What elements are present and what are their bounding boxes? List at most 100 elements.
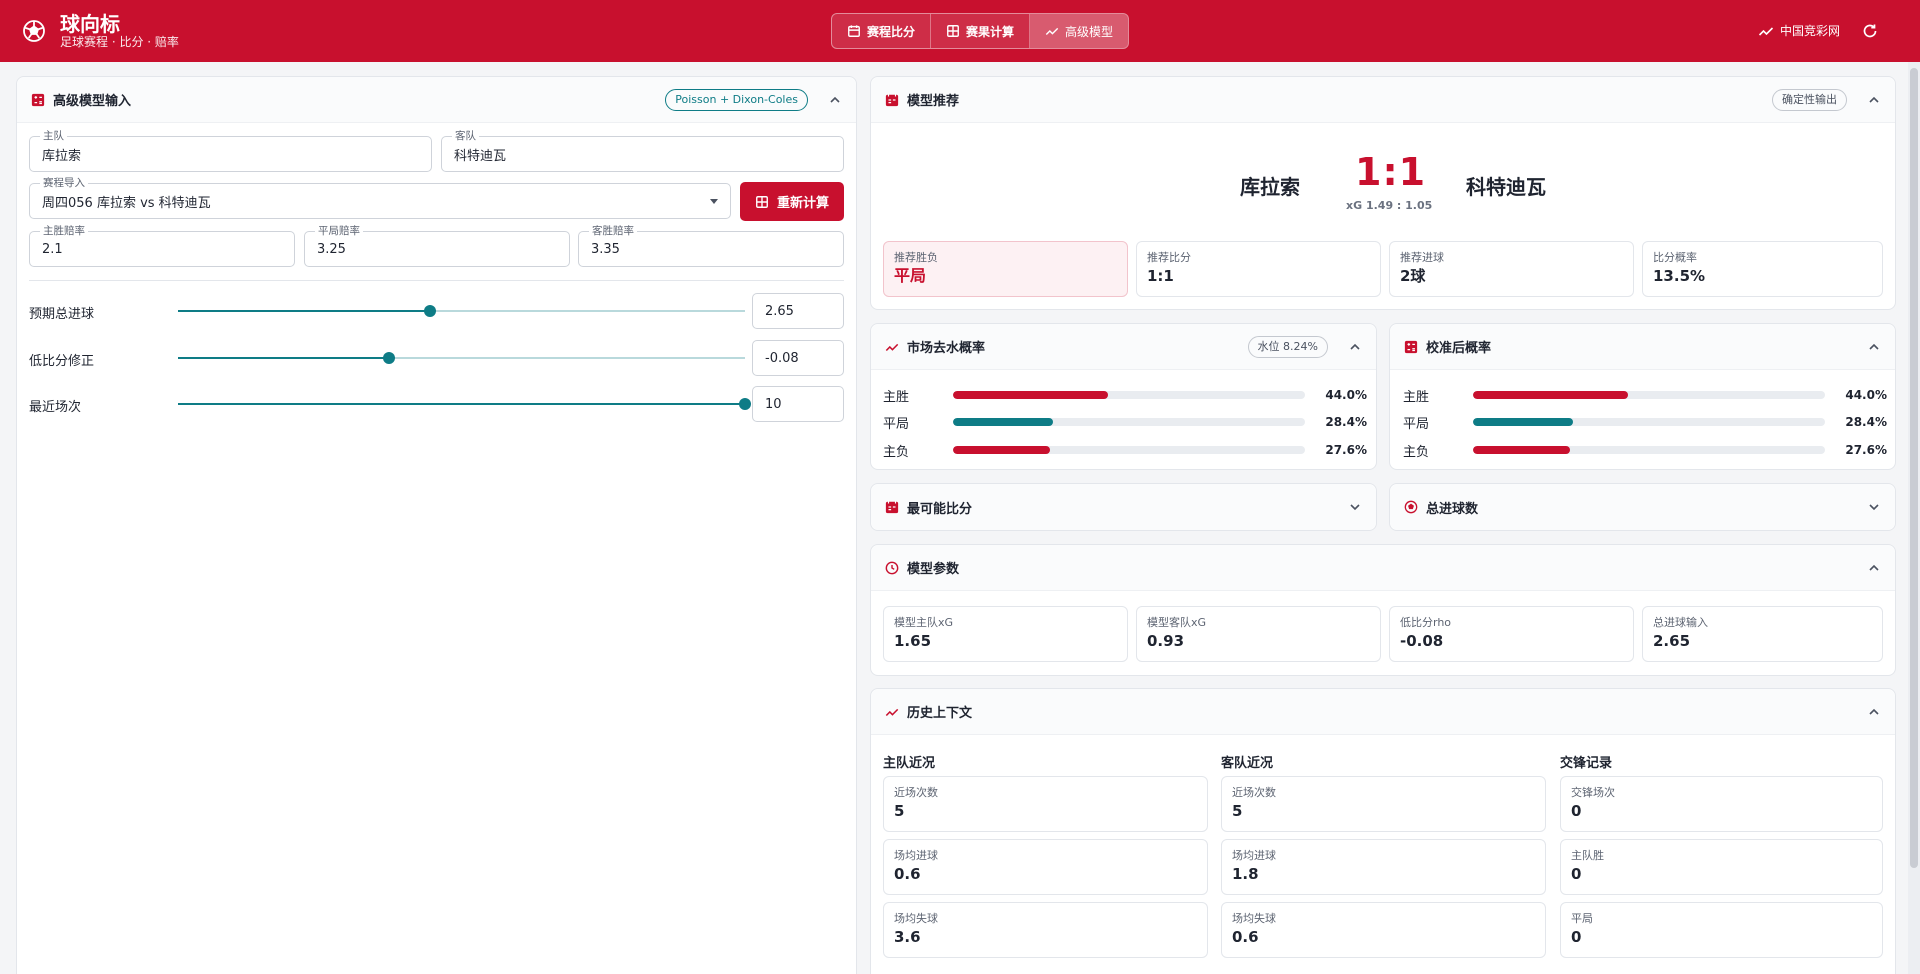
prob-bar <box>1473 391 1825 399</box>
prob-label: 主胜 <box>1403 389 1430 405</box>
stat-label: 近场次数 <box>894 786 938 799</box>
slider-fill <box>178 310 431 312</box>
calculator-icon <box>31 93 45 106</box>
page-scrollbar[interactable] <box>1908 62 1920 974</box>
refresh-icon[interactable] <box>1862 23 1878 39</box>
tab-label: 赛程比分 <box>867 24 916 39</box>
recalculate-button[interactable]: 重新计算 <box>740 182 844 221</box>
low-score-slider[interactable] <box>178 352 745 364</box>
external-link[interactable]: 中国竞彩网 <box>1758 22 1840 39</box>
calibrated-header[interactable]: 校准后概率 <box>1390 324 1895 370</box>
stat-value: 1:1 <box>1147 267 1174 285</box>
likely-scores-header[interactable]: 最可能比分 <box>871 484 1376 530</box>
tab-schedule[interactable]: 赛程比分 <box>832 14 932 48</box>
stat-label: 比分概率 <box>1653 251 1697 264</box>
away-team-field[interactable]: 客队 科特迪瓦 <box>441 130 844 172</box>
recommend-header[interactable]: 模型推荐 确定性输出 <box>871 77 1895 123</box>
chevron-up-icon[interactable] <box>1867 705 1881 719</box>
prob-value: 27.6% <box>1845 443 1887 457</box>
history-header[interactable]: 历史上下文 <box>871 689 1895 735</box>
chevron-up-icon[interactable] <box>1867 561 1881 575</box>
total-goals-header[interactable]: 总进球数 <box>1390 484 1895 530</box>
fixture-select[interactable]: 赛程导入 周四056 库拉索 vs 科特迪瓦 <box>29 177 731 219</box>
field-label: 赛程导入 <box>40 177 88 189</box>
model-params-header[interactable]: 模型参数 <box>871 545 1895 591</box>
input-panel-header[interactable]: 高级模型输入 Poisson + Dixon-Coles <box>17 77 856 123</box>
prob-fill <box>1473 391 1628 399</box>
tab-calculator[interactable]: 赛果计算 <box>931 14 1031 48</box>
stat-value: 2球 <box>1400 267 1426 285</box>
slider-label: 低比分修正 <box>29 354 95 369</box>
prob-bar <box>1473 418 1825 426</box>
chevron-up-icon[interactable] <box>1867 93 1881 107</box>
tab-label: 高级模型 <box>1065 24 1114 39</box>
scrollbar-thumb[interactable] <box>1910 68 1918 868</box>
away-team-name: 科特迪瓦 <box>1466 175 1546 199</box>
stat-label: 推荐比分 <box>1147 251 1191 264</box>
low-score-input[interactable]: -0.08 <box>752 340 844 376</box>
chevron-up-icon[interactable] <box>1867 340 1881 354</box>
history-stat: 近场次数 5 <box>883 776 1208 832</box>
prob-value: 27.6% <box>1325 443 1367 457</box>
home-odds-field[interactable]: 主胜赔率 2.1 <box>29 225 295 267</box>
chevron-up-icon[interactable] <box>828 93 842 107</box>
history-column-title: 交锋记录 <box>1560 756 1613 771</box>
stat-value: 5 <box>894 802 905 820</box>
stat-label: 场均进球 <box>894 849 938 862</box>
recent-matches-slider[interactable] <box>178 398 751 410</box>
calendar-icon <box>885 93 899 106</box>
brand[interactable]: 球向标 足球赛程 · 比分 · 赔率 <box>22 13 179 49</box>
calendar-icon <box>848 25 860 37</box>
calendar-icon <box>885 500 899 514</box>
stat-label: 场均失球 <box>1232 912 1276 925</box>
stat-value: 0.6 <box>894 865 921 883</box>
history-stat: 交锋场次 0 <box>1560 776 1883 832</box>
stat-value: -0.08 <box>1400 632 1444 650</box>
field-label: 主队 <box>40 130 67 142</box>
prob-fill <box>953 418 1053 426</box>
soccer-ball-icon <box>23 20 45 42</box>
prob-bar <box>953 446 1305 454</box>
model-badge: Poisson + Dixon-Coles <box>665 88 808 111</box>
total-goals-panel: 总进球数 <box>1389 483 1896 531</box>
tab-advanced-model[interactable]: 高级模型 <box>1030 14 1129 48</box>
total-goals-input[interactable]: 2.65 <box>752 293 844 329</box>
history-column-title: 主队近况 <box>883 756 936 771</box>
slider-handle[interactable] <box>382 352 395 364</box>
calculator-icon <box>756 195 768 208</box>
draw-odds-field[interactable]: 平局赔率 3.25 <box>304 225 570 267</box>
prob-label: 主负 <box>883 444 910 460</box>
stat-value: 平局 <box>894 266 927 285</box>
prob-label: 平局 <box>1403 416 1430 432</box>
chevron-down-icon[interactable] <box>1867 500 1881 514</box>
panel-title: 历史上下文 <box>907 706 973 721</box>
tab-label: 赛果计算 <box>966 24 1015 39</box>
prob-bar <box>953 418 1305 426</box>
prob-fill <box>1473 446 1571 454</box>
chevron-up-icon[interactable] <box>1348 340 1362 354</box>
total-goals-slider[interactable] <box>178 305 745 317</box>
home-team-value: 库拉索 <box>42 148 82 164</box>
history-stat: 平局 0 <box>1560 902 1883 958</box>
prob-bar <box>1473 446 1825 454</box>
stat-value: 5 <box>1232 802 1243 820</box>
xg-line: xG 1.49 : 1.05 <box>1346 199 1433 212</box>
prob-label: 平局 <box>883 416 910 432</box>
history-stat: 场均进球 0.6 <box>883 839 1208 895</box>
away-odds-field[interactable]: 客胜赔率 3.35 <box>578 225 844 267</box>
deterministic-badge: 确定性输出 <box>1772 88 1847 111</box>
slider-handle[interactable] <box>739 398 751 410</box>
recent-matches-input[interactable]: 10 <box>752 386 844 422</box>
home-team-field[interactable]: 主队 库拉索 <box>29 130 432 172</box>
chevron-down-icon[interactable] <box>1348 500 1362 514</box>
stat-label: 推荐进球 <box>1400 251 1444 264</box>
market-header[interactable]: 市场去水概率 水位 8.24% <box>871 324 1376 370</box>
history-stat: 场均失球 0.6 <box>1221 902 1546 958</box>
main-nav: 赛程比分 赛果计算 高级模型 <box>831 13 1130 49</box>
prob-label: 主负 <box>1403 444 1430 460</box>
prob-fill <box>953 391 1108 399</box>
recommend-goals-stat: 推荐进球 2球 <box>1389 241 1634 297</box>
stat-label: 场均失球 <box>894 912 938 925</box>
trend-icon <box>1045 27 1059 35</box>
prob-bar <box>953 391 1305 399</box>
